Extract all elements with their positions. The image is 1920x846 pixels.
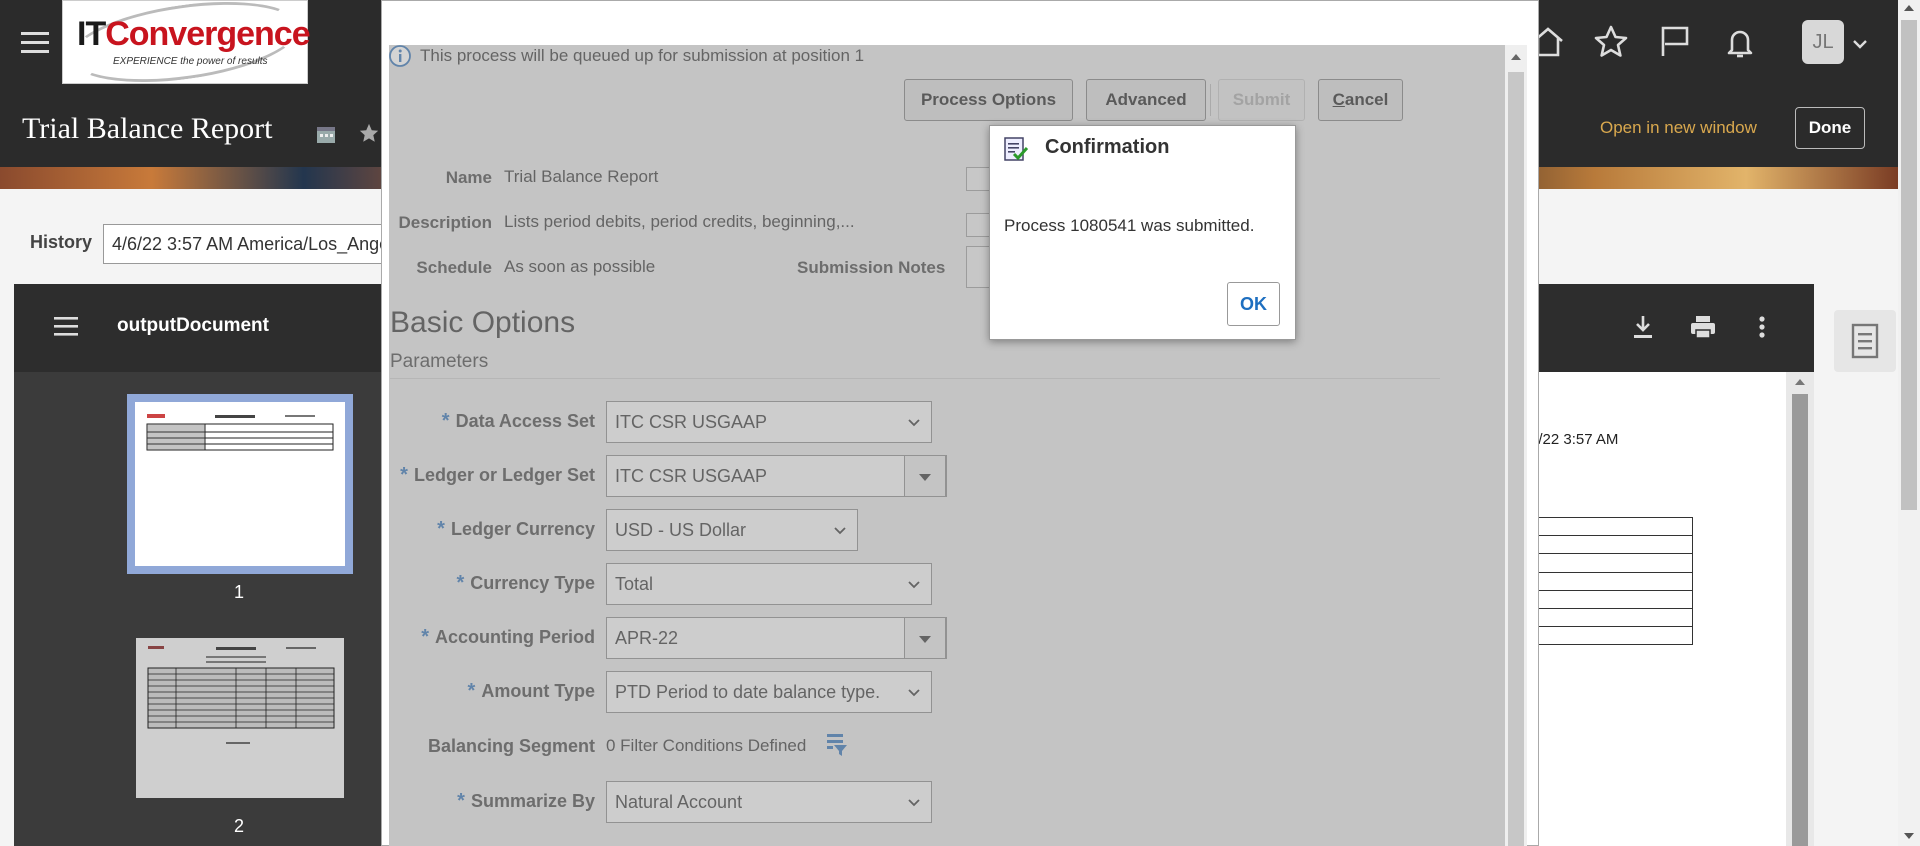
history-label: History xyxy=(30,232,93,252)
viewer-title: outputDocument xyxy=(117,315,269,336)
page-number-2: 2 xyxy=(234,816,245,836)
favorites-star-icon[interactable] xyxy=(1591,22,1631,62)
modal-overlay xyxy=(389,45,1511,846)
document-list-icon xyxy=(1851,323,1879,359)
document-date-text: 6/22 3:57 AM xyxy=(1530,431,1619,448)
page-number-1: 1 xyxy=(234,582,245,602)
company-logo[interactable]: ITConvergence EXPERIENCE the power of re… xyxy=(62,0,311,95)
confirmation-title: Confirmation xyxy=(1045,136,1170,158)
page-scrollbar-thumb[interactable] xyxy=(1901,20,1917,510)
calendar-icon[interactable] xyxy=(316,124,336,144)
history-select[interactable]: 4/6/22 3:57 AM America/Los_Angeles xyxy=(103,224,393,264)
navigator-menu-icon[interactable] xyxy=(18,24,54,60)
viewer-scrollbar-thumb[interactable] xyxy=(1792,394,1808,846)
ok-button[interactable]: OK xyxy=(1227,282,1280,326)
confirmation-message: Process 1080541 was submitted. xyxy=(1004,216,1255,235)
scroll-up-arrow-icon[interactable] xyxy=(1508,50,1524,64)
confirmation-check-icon xyxy=(1003,136,1029,162)
print-icon[interactable] xyxy=(1688,312,1718,342)
user-avatar[interactable]: JL xyxy=(1802,20,1844,64)
done-button[interactable]: Done xyxy=(1795,107,1865,149)
open-in-new-window-link[interactable]: Open in new window xyxy=(1600,118,1757,138)
document-panel-toggle[interactable] xyxy=(1834,310,1896,372)
download-icon[interactable] xyxy=(1628,312,1658,342)
scroll-down-arrow-icon[interactable] xyxy=(1898,828,1920,844)
dialog-scrollbar-thumb[interactable] xyxy=(1508,72,1524,846)
page-thumbnail-2[interactable] xyxy=(136,638,344,798)
notifications-bell-icon[interactable] xyxy=(1720,22,1760,62)
watchlist-flag-icon[interactable] xyxy=(1655,22,1695,62)
document-table xyxy=(1530,517,1693,645)
scroll-up-arrow-icon[interactable] xyxy=(1898,0,1920,16)
more-options-icon[interactable] xyxy=(1750,312,1774,342)
page-title: Trial Balance Report xyxy=(22,112,273,145)
favorite-star-icon[interactable] xyxy=(358,122,380,144)
viewer-menu-icon[interactable] xyxy=(52,314,80,338)
page-thumbnail-1[interactable] xyxy=(127,394,353,574)
chevron-down-icon[interactable] xyxy=(1850,34,1870,54)
scroll-up-arrow-icon[interactable] xyxy=(1792,374,1808,390)
